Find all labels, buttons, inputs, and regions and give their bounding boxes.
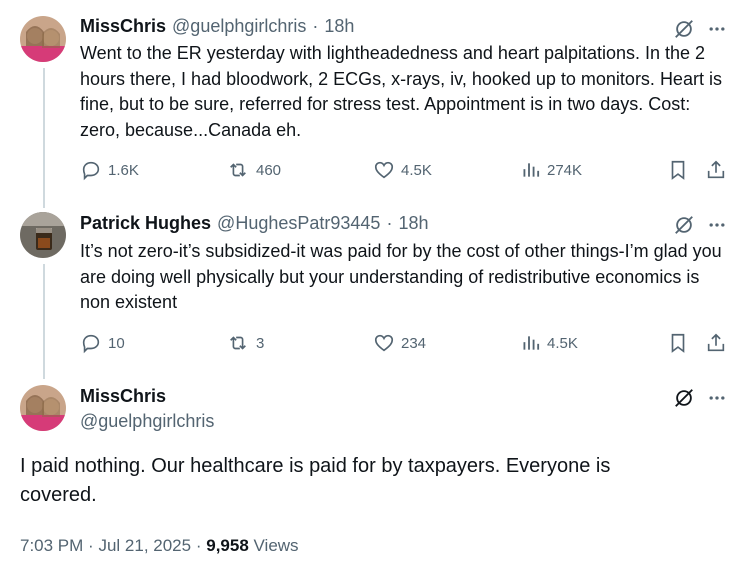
display-name[interactable]: MissChris <box>80 16 166 37</box>
tweet-header: MissChris @guelphgirlchris · 18h <box>80 16 354 37</box>
avatar[interactable] <box>20 16 66 62</box>
share-button[interactable] <box>705 332 727 354</box>
bookmark-button[interactable] <box>667 159 689 181</box>
repost-icon <box>226 332 250 354</box>
like-count: 4.5K <box>401 161 432 179</box>
views-icon <box>521 159 541 181</box>
avatar[interactable] <box>20 385 66 431</box>
timestamp[interactable]: 18h <box>324 16 354 37</box>
like-button[interactable]: 234 <box>373 332 426 354</box>
like-count: 234 <box>401 334 427 352</box>
repost-button[interactable]: 3 <box>226 332 264 354</box>
views-button[interactable]: 274K <box>521 159 582 181</box>
tweet-date[interactable]: Jul 21, 2025 <box>98 536 191 555</box>
timestamp[interactable]: 18h <box>398 213 428 234</box>
more-icon[interactable] <box>706 386 728 410</box>
grok-icon[interactable] <box>672 386 696 410</box>
thread-line <box>43 68 45 208</box>
tweet-actions: 1.6K 460 4.5K 274K <box>80 157 730 183</box>
more-icon[interactable] <box>706 17 728 41</box>
repost-button[interactable]: 460 <box>226 159 281 181</box>
display-name[interactable]: MissChris <box>80 386 166 407</box>
thread-line <box>43 264 45 379</box>
view-count: 274K <box>547 161 583 179</box>
display-name[interactable]: Patrick Hughes <box>80 213 211 234</box>
reply-count: 1.6K <box>108 161 139 179</box>
like-icon <box>373 332 395 354</box>
tweet-header: Patrick Hughes @HughesPatr93445 · 18h <box>80 213 428 234</box>
views-label: Views <box>253 536 299 555</box>
tweet-meta: 7:03 PM · Jul 21, 2025 · 9,958 Views <box>20 536 299 556</box>
share-icon <box>705 332 727 354</box>
separator: · <box>312 16 319 36</box>
more-icon[interactable] <box>706 213 728 237</box>
reply-count: 10 <box>108 334 125 352</box>
repost-count: 3 <box>256 334 265 352</box>
bookmark-button[interactable] <box>667 332 689 354</box>
separator: · <box>88 536 94 555</box>
tweet-time[interactable]: 7:03 PM <box>20 536 83 555</box>
reply-button[interactable]: 1.6K <box>80 159 139 181</box>
share-button[interactable] <box>705 159 727 181</box>
repost-count: 460 <box>256 161 282 179</box>
reply-icon <box>80 159 102 181</box>
view-count: 9,958 <box>206 536 249 555</box>
separator: · <box>195 536 202 555</box>
user-handle[interactable]: @guelphgirlchris <box>172 16 306 37</box>
reply-icon <box>80 332 102 354</box>
tweet-text: I paid nothing. Our healthcare is paid f… <box>20 455 611 506</box>
like-button[interactable]: 4.5K <box>373 159 432 181</box>
separator: · <box>386 213 393 233</box>
like-icon <box>373 159 395 181</box>
avatar[interactable] <box>20 212 66 258</box>
repost-icon <box>226 159 250 181</box>
bookmark-icon <box>667 332 689 354</box>
tweet-text: It’s not zero-it’s subsidized-it was pai… <box>80 241 722 312</box>
user-handle[interactable]: @guelphgirlchris <box>80 411 214 432</box>
tweet-actions: 10 3 234 4.5K <box>80 330 730 356</box>
views-button[interactable]: 4.5K <box>521 332 578 354</box>
views-icon <box>521 332 541 354</box>
grok-icon[interactable] <box>672 17 696 41</box>
tweet-text: Went to the ER yesterday with lightheade… <box>80 43 722 140</box>
bookmark-icon <box>667 159 689 181</box>
grok-icon[interactable] <box>672 213 696 237</box>
share-icon <box>705 159 727 181</box>
view-count: 4.5K <box>547 334 578 352</box>
user-handle[interactable]: @HughesPatr93445 <box>217 213 380 234</box>
reply-button[interactable]: 10 <box>80 332 125 354</box>
